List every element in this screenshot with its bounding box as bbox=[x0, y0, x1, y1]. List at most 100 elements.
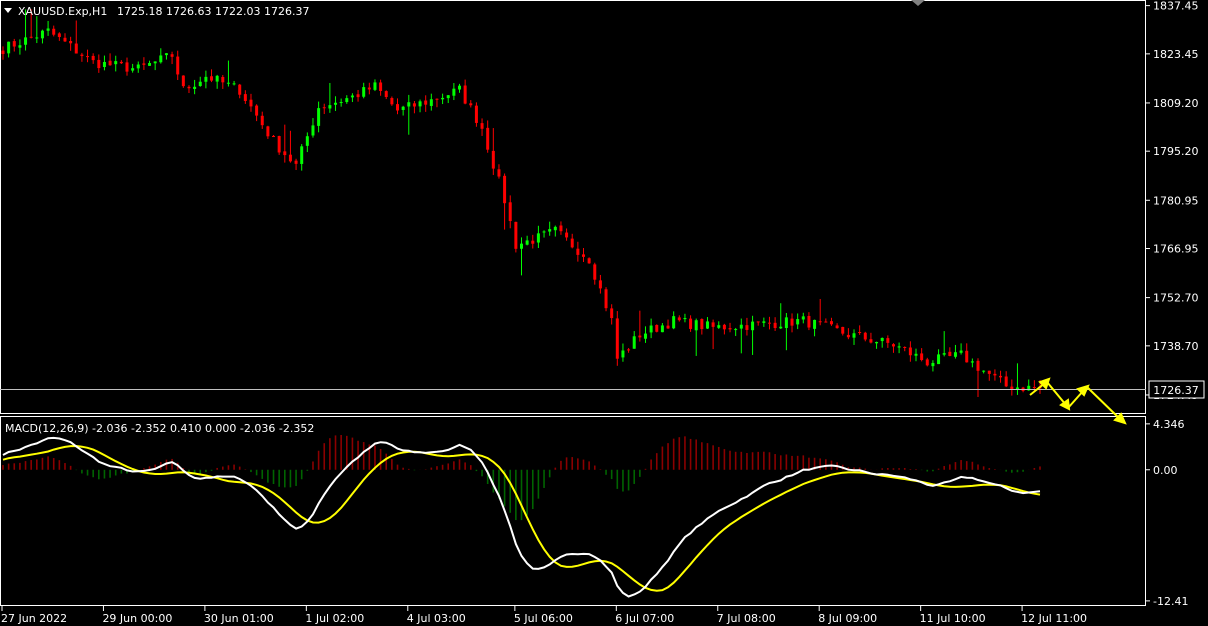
candle-body bbox=[108, 60, 112, 66]
candle-body bbox=[114, 61, 118, 65]
candle-body bbox=[666, 325, 670, 329]
candle-body bbox=[469, 103, 473, 106]
candle-body bbox=[474, 105, 478, 123]
macd-tick-label: 0.00 bbox=[1153, 464, 1178, 477]
candle-body bbox=[931, 362, 935, 367]
candle-body bbox=[587, 258, 591, 264]
candle-body bbox=[908, 347, 912, 356]
candle-body bbox=[170, 54, 174, 57]
candle-body bbox=[491, 150, 495, 169]
candle-body bbox=[593, 264, 597, 280]
time-tick-label: 11 Jul 10:00 bbox=[920, 612, 986, 625]
candle-body bbox=[807, 315, 811, 328]
candle-body bbox=[660, 325, 664, 333]
candle-body bbox=[119, 61, 123, 64]
time-tick-label: 7 Jul 08:00 bbox=[717, 612, 776, 625]
candle-body bbox=[80, 54, 84, 56]
candle-body bbox=[863, 332, 867, 340]
candle-body bbox=[897, 346, 901, 348]
candle-body bbox=[198, 81, 202, 86]
candle-body bbox=[407, 102, 411, 107]
candle-body bbox=[215, 75, 219, 82]
candle-body bbox=[452, 88, 456, 96]
candle-body bbox=[852, 333, 856, 338]
candle-body bbox=[350, 95, 354, 98]
candle-body bbox=[480, 123, 484, 129]
candle-body bbox=[683, 318, 687, 320]
candle-body bbox=[24, 37, 28, 45]
candle-body bbox=[18, 45, 22, 48]
time-tick-label: 29 Jun 00:00 bbox=[102, 612, 172, 625]
candle-body bbox=[74, 43, 78, 54]
candle-body bbox=[424, 100, 428, 105]
candle-body bbox=[976, 360, 980, 371]
chart-canvas[interactable]: 1837.45 1823.45 1809.20 1795.20 1780.95 1766.… bbox=[0, 0, 1208, 626]
candle-body bbox=[813, 319, 817, 329]
candle-body bbox=[610, 308, 614, 319]
candle-body bbox=[880, 337, 884, 342]
candle-body bbox=[142, 63, 146, 65]
candle-body bbox=[937, 354, 941, 365]
candle-body bbox=[565, 232, 569, 238]
candle-body bbox=[1032, 387, 1036, 389]
candle-body bbox=[193, 86, 197, 89]
macd-header-label: MACD(12,26,9) -2.036 -2.352 0.410 0.000 … bbox=[5, 422, 314, 435]
candle-body bbox=[739, 324, 743, 329]
candle-body bbox=[982, 370, 986, 372]
candle-body bbox=[52, 28, 56, 35]
candle-body bbox=[401, 106, 405, 110]
candle-body bbox=[379, 82, 383, 91]
candle-body bbox=[711, 322, 715, 327]
candle-body bbox=[615, 318, 619, 359]
current-price-label: 1726.37 bbox=[1153, 384, 1199, 397]
time-tick-label: 27 Jun 2022 bbox=[1, 612, 67, 625]
candle-body bbox=[643, 333, 647, 339]
candle-body bbox=[441, 97, 445, 100]
candle-body bbox=[356, 94, 360, 98]
candle-body bbox=[508, 202, 512, 222]
candle-body bbox=[745, 325, 749, 330]
candle-body bbox=[514, 221, 518, 249]
candle-body bbox=[869, 339, 873, 343]
candle-body bbox=[486, 127, 490, 150]
candle-body bbox=[875, 341, 879, 344]
candle-body bbox=[700, 319, 704, 330]
time-tick-label: 12 Jul 11:00 bbox=[1021, 612, 1087, 625]
candle-body bbox=[125, 62, 129, 72]
candle-body bbox=[751, 321, 755, 331]
candle-body bbox=[187, 86, 191, 89]
candle-body bbox=[717, 325, 721, 328]
candle-body bbox=[317, 108, 321, 126]
price-tick-label: 1780.95 bbox=[1153, 194, 1199, 207]
candle-body bbox=[12, 41, 16, 47]
candle-body bbox=[153, 61, 157, 64]
candle-body bbox=[260, 115, 264, 126]
candle-body bbox=[846, 334, 850, 338]
candle-body bbox=[204, 76, 208, 82]
candle-body bbox=[91, 55, 95, 61]
candle-body bbox=[102, 61, 106, 68]
candle-body bbox=[164, 53, 168, 56]
candle-body bbox=[694, 320, 698, 331]
candle-body bbox=[553, 226, 557, 231]
price-tick-label: 1766.95 bbox=[1153, 243, 1199, 256]
candle-body bbox=[970, 361, 974, 363]
candle-body bbox=[458, 85, 462, 90]
candle-body bbox=[367, 87, 371, 90]
candle-body bbox=[311, 125, 315, 136]
candle-body bbox=[86, 56, 90, 58]
candle-body bbox=[627, 349, 631, 351]
candle-body bbox=[728, 328, 732, 330]
candle-body bbox=[384, 91, 388, 97]
candle-body bbox=[232, 83, 236, 85]
candle-body bbox=[210, 76, 214, 81]
candle-body bbox=[446, 95, 450, 99]
candle-body bbox=[959, 350, 963, 353]
candle-body bbox=[841, 326, 845, 334]
candle-body bbox=[463, 85, 467, 104]
macd-tick-label: -12.41 bbox=[1153, 595, 1188, 608]
candle-body bbox=[1004, 376, 1008, 387]
price-tick-label: 1752.70 bbox=[1153, 292, 1199, 305]
candle-body bbox=[181, 75, 185, 87]
candle-body bbox=[705, 321, 709, 329]
